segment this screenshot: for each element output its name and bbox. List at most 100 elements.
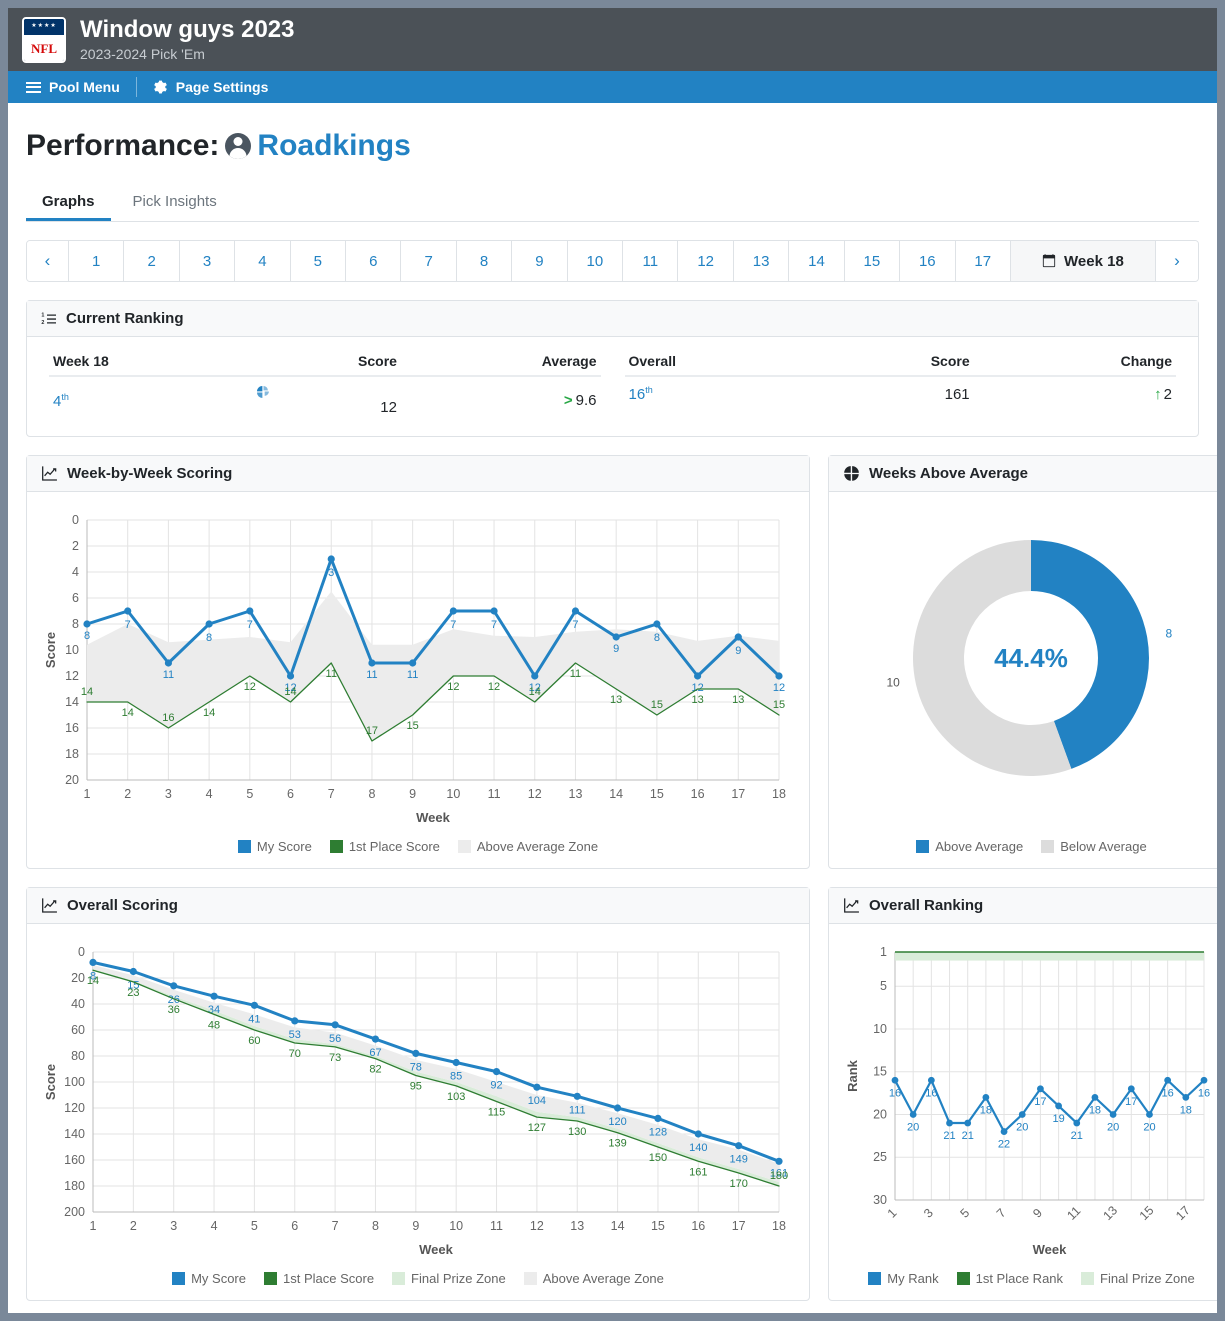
svg-text:0: 0 [78,945,85,959]
svg-text:120: 120 [64,1101,85,1115]
username-link[interactable]: Roadkings [257,129,410,163]
legend-swatch-prize-zone [392,1272,406,1285]
week-button-12[interactable]: 12 [678,241,734,281]
svg-text:16: 16 [162,712,174,724]
line-chart-icon [844,898,859,913]
week-button-1[interactable]: 1 [69,241,125,281]
svg-text:11: 11 [488,787,501,801]
svg-text:15: 15 [407,720,419,732]
svg-text:17: 17 [732,1219,746,1233]
tab-pick-insights[interactable]: Pick Insights [117,185,233,221]
week-button-9[interactable]: 9 [512,241,568,281]
legend-item[interactable]: Final Prize Zone [1081,1271,1195,1286]
week-button-10[interactable]: 10 [567,241,624,281]
table-row: 16th 161 ↑ 2 [625,376,1177,411]
svg-text:9: 9 [613,643,619,655]
overall-rank-value[interactable]: 16th [625,376,814,411]
week-button-14[interactable]: 14 [789,241,845,281]
svg-text:17: 17 [731,787,745,801]
week-button-13[interactable]: 13 [733,241,790,281]
legend-swatch-my-score [237,840,251,853]
week-button-3[interactable]: 3 [179,241,236,281]
svg-text:1: 1 [880,945,887,959]
svg-text:5: 5 [246,787,253,801]
svg-text:11: 11 [366,669,377,681]
svg-text:Week: Week [1033,1242,1067,1257]
svg-text:1: 1 [885,1206,900,1221]
svg-text:7: 7 [994,1206,1009,1221]
svg-text:13: 13 [732,694,744,706]
legend-item[interactable]: 1st Place Score [329,839,440,854]
legend-item[interactable]: 1st Place Rank [956,1271,1064,1286]
overall-score-value: 161 [944,385,970,403]
legend-label: 1st Place Rank [975,1271,1064,1286]
svg-text:180: 180 [64,1179,85,1193]
page-settings-button[interactable]: Page Settings [153,79,268,95]
week-button-11[interactable]: 11 [623,241,679,281]
pool-menu-button[interactable]: Pool Menu [26,79,120,95]
hamburger-icon [26,81,41,93]
svg-text:20: 20 [1107,1121,1119,1133]
legend-item[interactable]: Below Average [1041,839,1147,854]
legend-item[interactable]: Above Average Zone [457,839,598,854]
legend-swatch-my-score [172,1272,186,1285]
week-rank-value[interactable]: 4th [49,376,252,424]
week-button-2[interactable]: 2 [124,241,180,281]
week-button-7[interactable]: 7 [401,241,457,281]
week-button-5[interactable]: 5 [290,241,347,281]
svg-text:1: 1 [90,1219,97,1233]
current-week-button[interactable]: Week 18 [1010,241,1156,281]
donut-svg: 8 10 44.4% [886,540,1173,776]
page-content: Performance: Roadkings Graphs Pick Insig… [8,103,1217,1301]
overall-rank-suffix: th [645,385,653,395]
legend-item[interactable]: My Rank [868,1271,939,1286]
overall-change-number: 2 [1163,385,1172,403]
svg-text:15: 15 [873,1065,887,1079]
donut-legend: Above Average Below Average [843,839,1217,854]
svg-text:8: 8 [72,617,79,631]
overall-ranking-chart: 1 5 10 15 20 25 30 16 20 16 21 21 18 22 20 17 19 21 18 20 17… [843,938,1217,1261]
week-button-15[interactable]: 15 [844,241,901,281]
legend-label: Final Prize Zone [411,1271,506,1286]
week-button-16[interactable]: 16 [900,241,956,281]
week-rank-suffix: th [61,391,69,402]
next-week-button[interactable]: › [1155,241,1198,281]
week-button-4[interactable]: 4 [235,241,291,281]
week-button-8[interactable]: 8 [456,241,513,281]
legend-item[interactable]: Above Average [916,839,1023,854]
legend-item[interactable]: Above Average Zone [523,1271,664,1286]
overall-scoring-svg: 02040608010012014016018020081526344153 56… [43,945,788,1257]
legend-swatch-below-average [1041,840,1055,853]
overall-ranking-block: Overall Score Change 16th 161 ↑ 2 [613,347,1189,424]
tab-graphs[interactable]: Graphs [26,185,111,221]
svg-text:11: 11 [163,669,174,681]
svg-text:41: 41 [248,1013,260,1025]
svg-text:15: 15 [651,699,663,711]
svg-text:111: 111 [569,1104,586,1116]
svg-text:161: 161 [689,1166,707,1178]
week-rank-header: Week 18 [49,347,252,377]
arrow-up-icon: ↑ [1154,385,1162,403]
svg-text:Score: Score [43,632,58,668]
legend-item[interactable]: 1st Place Score [264,1271,374,1286]
week-button-17[interactable]: 17 [955,241,1011,281]
svg-text:8: 8 [372,1219,379,1233]
current-ranking-header: 1 2 Current Ranking [27,301,1198,337]
week-pager: ‹ 1 2 3 4 5 6 7 8 9 10 11 12 13 14 15 16… [26,240,1199,282]
week-average-value: >9.6 [401,376,601,424]
svg-text:17: 17 [1125,1096,1137,1108]
legend-item[interactable]: My Score [237,839,312,854]
prev-week-button[interactable]: ‹ [27,241,69,281]
svg-text:22: 22 [998,1139,1010,1151]
week-ranking-block: Week 18 Score Average 4th 12 > 9.6 [37,347,613,424]
svg-text:20: 20 [1016,1121,1028,1133]
pool-menu-label: Pool Menu [49,79,120,95]
svg-text:Score: Score [43,1064,58,1100]
page-title: Performance: Roadkings [26,129,1199,163]
svg-text:16: 16 [1162,1087,1174,1099]
week-button-6[interactable]: 6 [346,241,402,281]
svg-text:12: 12 [773,682,785,694]
legend-swatch-first-place-rank [956,1272,970,1285]
legend-item[interactable]: Final Prize Zone [392,1271,506,1286]
legend-item[interactable]: My Score [172,1271,246,1286]
